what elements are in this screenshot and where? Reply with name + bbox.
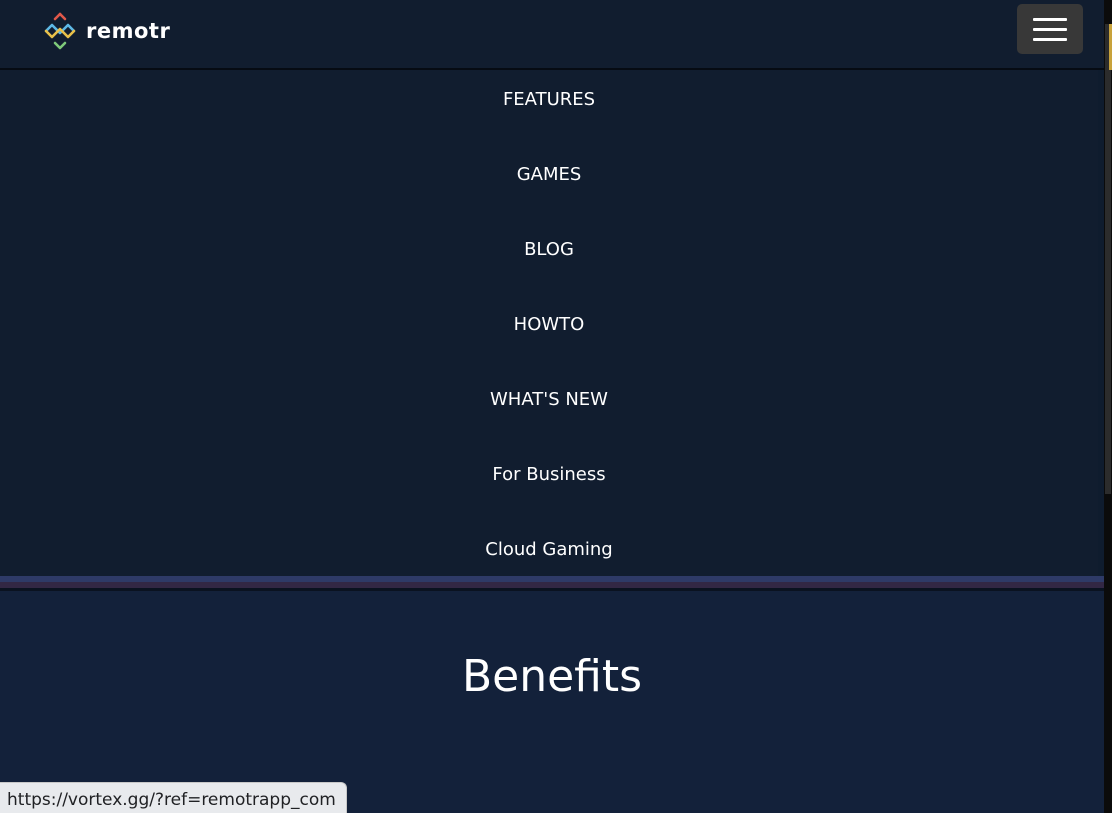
nav-item-for-business[interactable]: For Business [0,455,1098,495]
scrollbar-thumb[interactable] [1105,24,1111,494]
remotr-logo-icon [44,12,76,50]
hamburger-icon-bar [1033,28,1067,31]
hamburger-icon [1033,18,1067,21]
brand-name: remotr [86,19,171,43]
site-header: remotr [0,0,1104,70]
nav-item-howto[interactable]: HOWTO [0,305,1098,345]
nav-menu: FEATURES GAMES BLOG HOWTO WHAT'S NEW For… [0,70,1098,576]
benefits-section: Benefits [0,591,1104,813]
hamburger-icon-bar [1033,38,1067,41]
brand-logo-link[interactable]: remotr [38,9,170,53]
nav-item-games[interactable]: GAMES [0,155,1098,195]
nav-item-features[interactable]: FEATURES [0,80,1098,120]
main-content: remotr FEATURES GAMES BLOG HOWTO WHAT'S … [0,0,1104,813]
nav-item-cloud-gaming[interactable]: Cloud Gaming [0,530,1098,570]
nav-item-blog[interactable]: BLOG [0,230,1098,270]
page: remotr FEATURES GAMES BLOG HOWTO WHAT'S … [0,0,1112,813]
benefits-heading: Benefits [461,651,643,702]
menu-toggle-button[interactable] [1017,4,1083,54]
nav-item-whats-new[interactable]: WHAT'S NEW [0,380,1098,420]
page-scrollbar[interactable] [1104,0,1112,813]
link-status-url: https://vortex.gg/?ref=remotrapp_com [0,782,347,813]
